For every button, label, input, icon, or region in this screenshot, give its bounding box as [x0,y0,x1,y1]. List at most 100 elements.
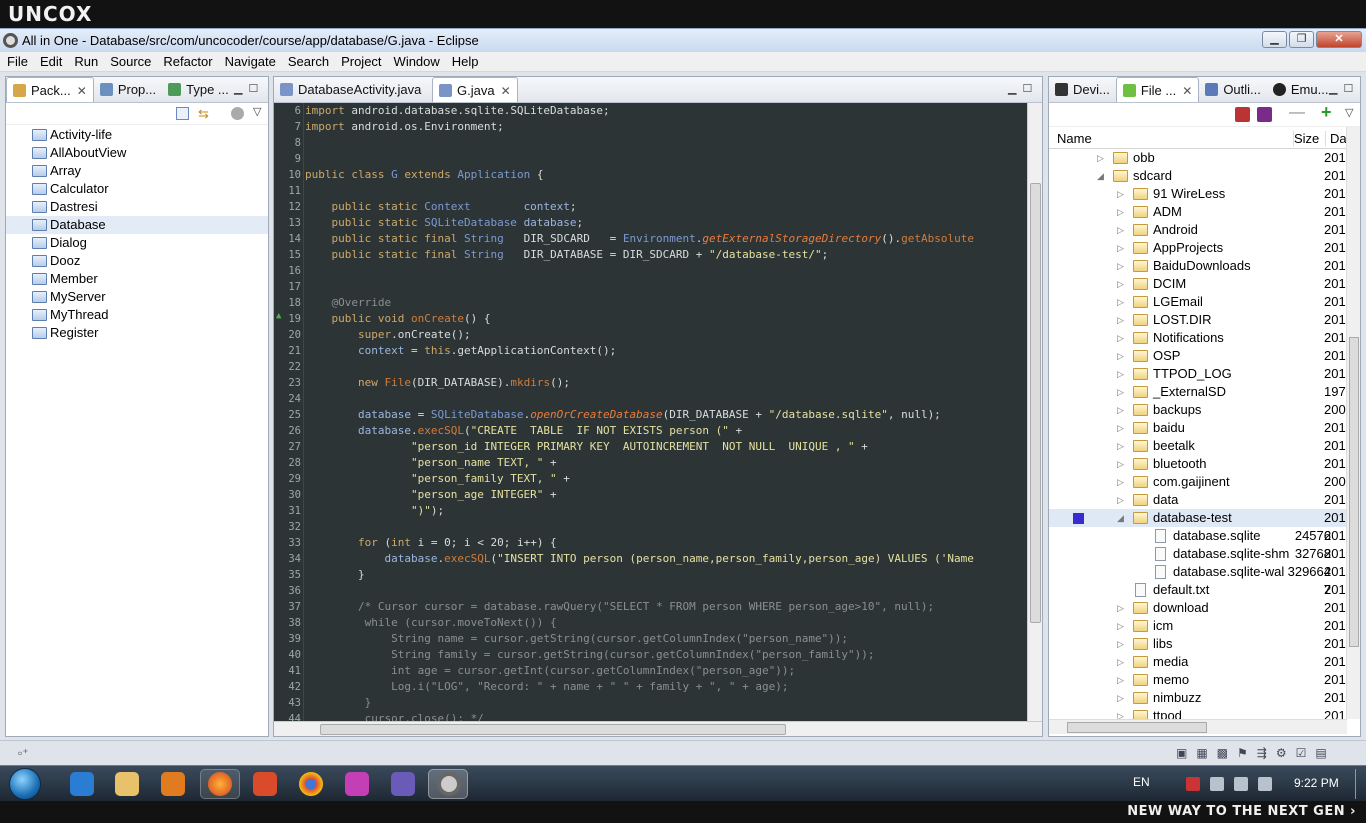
project-item[interactable]: Dialog [6,234,268,252]
expand-arrow-icon[interactable]: ▷ [1117,671,1124,689]
menu-refactor[interactable]: Refactor [156,52,217,69]
tab-devices[interactable]: Devi... [1049,77,1116,102]
explorer-folder-icon[interactable] [115,772,139,796]
volume-icon[interactable] [1258,777,1272,791]
expand-arrow-icon[interactable]: ▷ [1117,617,1124,635]
delete-icon[interactable]: — [1289,104,1305,122]
column-name[interactable]: Name [1057,131,1092,146]
tab-outline[interactable]: Outli... [1199,77,1267,102]
clock[interactable]: 9:22 PM [1294,776,1339,790]
view-menu-icon[interactable]: ▽ [1345,106,1353,119]
app-icon[interactable] [253,772,277,796]
language-indicator[interactable]: EN [1133,775,1150,789]
project-item[interactable]: Activity-life [6,126,268,144]
view-menu-icon[interactable]: ▽ [253,105,261,118]
tab-databaseactivity-java[interactable]: DatabaseActivity.java [274,77,432,102]
menu-project[interactable]: Project [334,52,386,69]
file-row[interactable]: database.sqlite-shm 32768 201 [1049,545,1360,563]
expand-arrow-icon[interactable]: ▷ [1097,149,1104,167]
menu-navigate[interactable]: Navigate [218,52,281,69]
file-row[interactable]: ▷ LOST.DIR 201 [1049,311,1360,329]
expand-arrow-icon[interactable]: ▷ [1117,437,1124,455]
close-icon[interactable]: ✕ [77,84,87,98]
menu-run[interactable]: Run [67,52,103,69]
expand-arrow-icon[interactable]: ▷ [1117,239,1124,257]
file-row[interactable]: ▷ OSP 201 [1049,347,1360,365]
menu-search[interactable]: Search [281,52,334,69]
firefox-icon[interactable] [208,772,232,796]
expand-arrow-icon[interactable]: ▷ [1117,653,1124,671]
media-player-icon[interactable] [161,772,185,796]
expand-arrow-icon[interactable]: ▷ [1117,347,1124,365]
internet-explorer-icon[interactable] [70,772,94,796]
file-row[interactable]: ▷ bluetooth 201 [1049,455,1360,473]
close-icon[interactable]: ✕ [501,84,511,98]
expand-arrow-icon[interactable]: ▷ [1117,455,1124,473]
maximize-button[interactable]: ❐ [1289,31,1314,48]
expand-arrow-icon[interactable]: ▷ [1117,185,1124,203]
expand-arrow-icon[interactable]: ▷ [1117,383,1124,401]
expand-arrow-icon[interactable]: ▷ [1117,365,1124,383]
expand-arrow-icon[interactable]: ▷ [1117,275,1124,293]
push-file-icon[interactable] [1257,107,1272,122]
expand-arrow-icon[interactable]: ▷ [1117,221,1124,239]
expand-arrow-icon[interactable]: ▷ [1117,707,1124,719]
file-row[interactable]: ▷ 91 WireLess 201 [1049,185,1360,203]
file-row[interactable]: ▷ DCIM 201 [1049,275,1360,293]
link-editor-icon[interactable]: ⇆ [198,106,209,122]
tab-g-java[interactable]: G.java ✕ [432,77,518,102]
expand-arrow-icon[interactable]: ▷ [1117,419,1124,437]
minimize-button[interactable]: ▁ [1262,31,1287,48]
show-desktop-button[interactable] [1355,769,1365,799]
project-item[interactable]: MyThread [6,306,268,324]
project-item[interactable]: Array [6,162,268,180]
collapse-arrow-icon[interactable]: ◢ [1097,167,1104,185]
visual-studio-icon[interactable] [391,772,415,796]
tab-file-explorer[interactable]: File ... ✕ [1115,77,1200,102]
chrome-icon[interactable] [299,772,323,796]
fast-view-icon[interactable]: ▫⁺ [18,746,29,760]
file-row[interactable]: ▷ ttpod 201 [1049,707,1360,719]
file-row[interactable]: ▷ download 201 [1049,599,1360,617]
expand-arrow-icon[interactable]: ▷ [1117,257,1124,275]
file-row[interactable]: ▷ Android 201 [1049,221,1360,239]
menu-edit[interactable]: Edit [33,52,67,69]
scroll-thumb[interactable] [1030,183,1041,623]
eclipse-icon[interactable] [437,772,461,796]
filter-icon[interactable] [231,107,244,120]
close-button[interactable]: ✕ [1316,31,1362,48]
network-icon[interactable] [1234,777,1248,791]
battery-icon[interactable] [1210,777,1224,791]
expand-arrow-icon[interactable]: ▷ [1117,293,1124,311]
tab-emulator[interactable]: Emu... [1267,77,1335,102]
project-item[interactable]: AllAboutView [6,144,268,162]
menu-file[interactable]: File [0,52,33,69]
project-item[interactable]: Register [6,324,268,342]
editor-vertical-scrollbar[interactable] [1027,103,1042,721]
file-row[interactable]: ▷ obb 201 [1049,149,1360,167]
tab-type-hierarchy[interactable]: Type ... [162,77,235,102]
expand-arrow-icon[interactable]: ▷ [1117,203,1124,221]
file-row[interactable]: ▷ AppProjects 201 [1049,239,1360,257]
project-item[interactable]: MyServer [6,288,268,306]
file-row[interactable]: ▷ icm 201 [1049,617,1360,635]
scroll-thumb[interactable] [320,724,786,735]
start-button[interactable] [9,768,41,800]
menu-help[interactable]: Help [445,52,484,69]
scroll-thumb[interactable] [1067,722,1207,733]
file-row[interactable]: ◢ sdcard 201 [1049,167,1360,185]
file-row[interactable]: ▷ nimbuzz 201 [1049,689,1360,707]
menu-source[interactable]: Source [103,52,156,69]
file-row[interactable]: ▷ LGEmail 201 [1049,293,1360,311]
expand-arrow-icon[interactable]: ▷ [1117,329,1124,347]
file-row[interactable]: ▷ beetalk 201 [1049,437,1360,455]
file-row[interactable]: ▷ libs 201 [1049,635,1360,653]
file-row[interactable]: ▷ data 201 [1049,491,1360,509]
file-horizontal-scrollbar[interactable] [1049,719,1347,734]
file-row[interactable]: ▷ media 201 [1049,653,1360,671]
expand-arrow-icon[interactable]: ▷ [1117,311,1124,329]
pull-file-icon[interactable] [1235,107,1250,122]
file-row[interactable]: ▷ BaiduDownloads 201 [1049,257,1360,275]
file-row[interactable]: ▷ _ExternalSD 197 [1049,383,1360,401]
column-size[interactable]: Size [1293,131,1319,146]
